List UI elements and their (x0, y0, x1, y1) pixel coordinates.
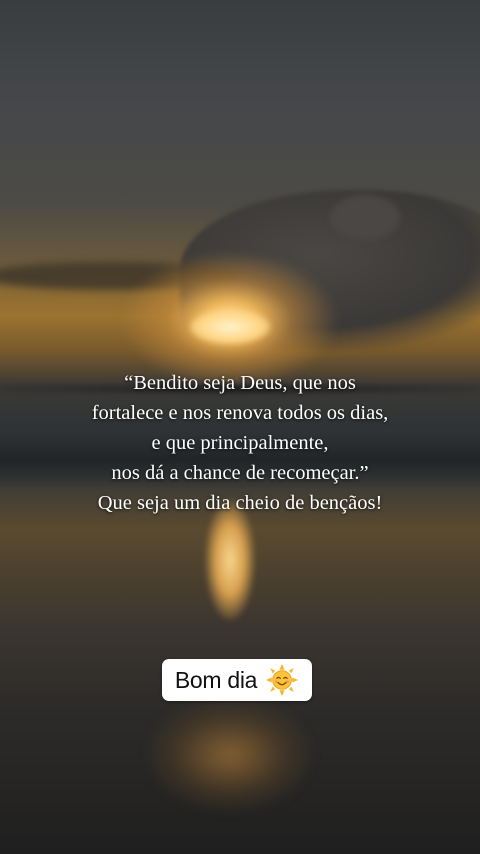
quote-text: “Bendito seja Deus, que nos fortalece e … (20, 368, 460, 518)
quote-line: Que seja um dia cheio de bençãos! (97, 492, 383, 514)
cloud-top (330, 195, 400, 240)
bom-dia-sticker[interactable]: Bom dia (162, 659, 312, 701)
sun (190, 310, 270, 344)
quote-line: nos dá a chance de recomeçar.” (111, 462, 369, 484)
quote-line: e que principalmente, (151, 432, 329, 454)
sun-reflection (205, 500, 255, 620)
water-reflection (150, 700, 310, 810)
sunset-background: “Bendito seja Deus, que nos fortalece e … (0, 0, 480, 854)
sun-with-face-icon (265, 663, 299, 697)
quote-line: “Bendito seja Deus, que nos (124, 372, 356, 394)
quote-line: fortalece e nos renova todos os dias, (91, 402, 389, 424)
sticker-label: Bom dia (174, 666, 258, 693)
